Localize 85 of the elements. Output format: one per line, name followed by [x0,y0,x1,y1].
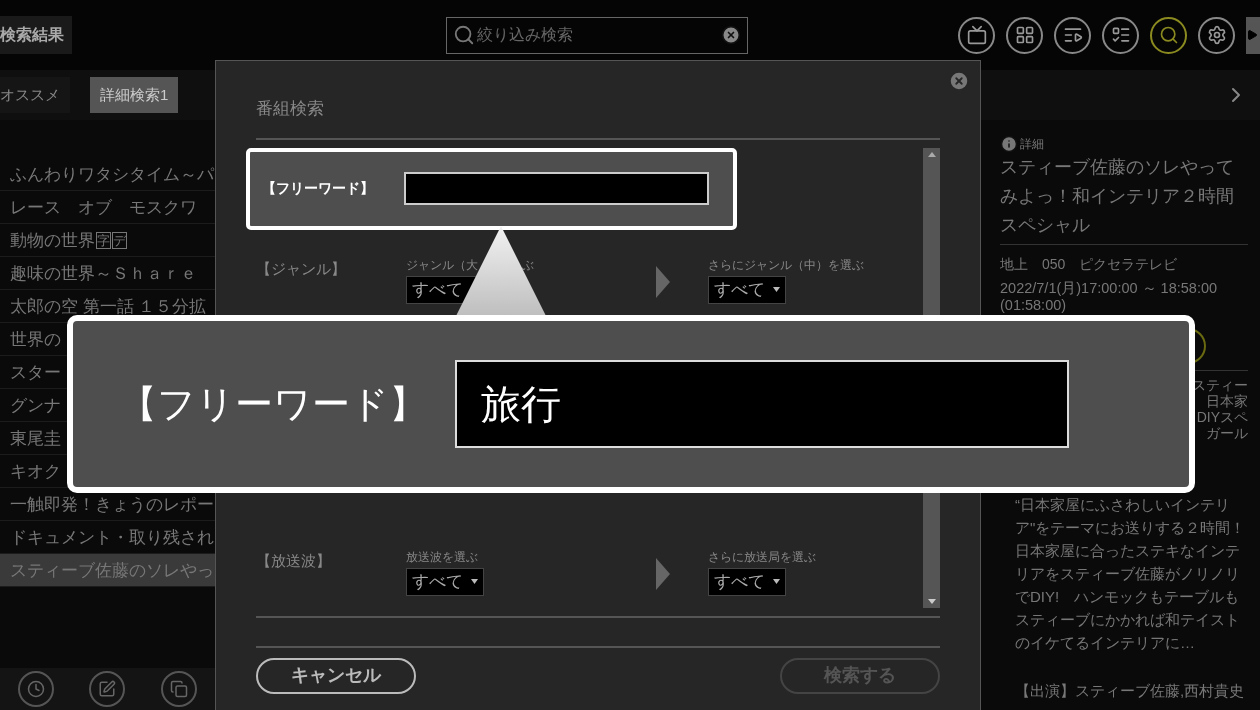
program-title: 太郎の空 第一話 １５分拡 [10,295,207,317]
program-row[interactable]: スティーブ佐藤のソレやっ [0,554,215,587]
program-title: 一触即発！きょうのレポー [10,493,214,515]
description-text: “日本家屋にふさわしいインテリア"をテーマにお送りする２時間！日本家屋に合ったステキなインテリアをスティーブ佐藤がノリノリでDIY! ハンモックもテーブルもスティーブにかかれば和テイストのイケてるインテリアに… [1014,495,1247,653]
description-fragment: DIYスペ [1196,409,1248,425]
airtime-text: 2022/7/1(月)17:00:00 ～ 18:58:00 [1000,280,1219,297]
field-caption: 放送波を選ぶ [406,548,478,566]
program-badge: 字 [96,231,111,249]
caret-icon [773,287,780,292]
clock-button[interactable] [17,671,54,707]
program-title: グンナ [10,394,61,416]
description-fragment: スティー [1192,377,1248,393]
field-label: 【ジャンル】 [256,258,347,279]
tab[interactable]: 詳細検索1 [90,77,179,113]
page-title: 検索結果 [0,16,72,54]
copy-icon [170,680,189,698]
program-title: 動物の世界 [10,229,95,251]
details-heading: 詳細 [1020,136,1044,153]
field-label: 【放送波】 [256,550,332,571]
program-badge: デ [112,231,127,249]
grid-icon [1014,25,1035,45]
program-title: 世界の [10,328,61,350]
cast-text: 【出演】スティーブ佐藤,西村貴史 [1014,681,1246,701]
dropdown-value: すべて [714,278,765,301]
cancel-button[interactable]: キャンセル [256,657,416,694]
program-title: 趣味の世界～Ｓｈａｒｅ [10,262,197,284]
edit-icon [98,680,117,698]
freeword-field[interactable] [404,172,709,205]
close-icon[interactable] [948,69,970,92]
program-title: ドキュメント・取り残され [10,526,214,548]
play-icon [1246,29,1258,41]
settings-button[interactable] [1198,16,1235,54]
edit-button[interactable] [89,671,126,707]
arrow-icon [656,265,670,298]
dropdown-value: すべて [412,570,463,593]
clear-icon[interactable] [721,25,741,45]
list-icon [1110,25,1131,45]
description-fragment: ガール [1206,425,1248,441]
dropdown-value: すべて [412,278,463,301]
field-label: 【フリーワード】 [262,179,375,198]
dropdown[interactable]: すべて [708,275,786,304]
program-row[interactable]: 動物の世界 字 デ [0,224,215,257]
info-icon [1000,135,1018,153]
field-caption: さらに放送局を選ぶ [708,548,816,566]
settings-icon [1206,25,1227,45]
field-value: 旅行 [481,381,561,428]
program-title: スティーブ佐藤のソレやっ [10,559,214,581]
program-title: 東尾圭 [10,427,61,449]
description-fragment: 日本家 [1206,393,1248,409]
search-input[interactable]: 絞り込み検索 [477,23,719,47]
program-title: キオク [10,460,61,482]
dropdown[interactable]: すべて [406,567,484,596]
grid-button[interactable] [1006,16,1043,54]
search-icon [1158,25,1179,45]
dialog-title: 番組検索 [256,98,324,120]
tab[interactable]: オススメ [0,77,70,113]
freeword-field[interactable]: 旅行 [455,360,1069,448]
search-button[interactable] [1150,16,1187,54]
caret-icon [471,579,478,584]
play-button[interactable] [1246,16,1260,54]
duration-text: (01:58:00) [1000,297,1068,314]
program-title: スター [10,361,61,383]
tv-icon [966,25,987,45]
search-icon [453,24,475,46]
clock-icon [26,680,45,698]
scroll-up-icon[interactable] [927,151,936,157]
scroll-down-icon[interactable] [927,598,936,604]
field-caption: ぶ [522,256,534,274]
channel-text: 地上 050 ピクセラテレビ [1000,255,1179,274]
dropdown-value: すべて [714,570,765,593]
list-play-icon [1062,25,1083,45]
dropdown[interactable]: すべて [708,567,786,596]
list-play-button[interactable] [1054,16,1091,54]
arrow-icon [656,557,670,590]
tv-button[interactable] [958,16,995,54]
program-title: スティーブ佐藤のソレやってみよっ！和インテリア２時間スペシャル [1000,153,1248,245]
caret-icon [773,579,780,584]
program-title: レース オブ モスクワ [10,196,197,218]
copy-button[interactable] [161,671,198,707]
program-title: ふんわりワタシタイム～パ [10,163,214,185]
field-caption: さらにジャンル（中）を選ぶ [708,256,864,274]
callout-label: 【フリーワード】 [119,381,427,427]
list-button[interactable] [1102,16,1139,54]
field-caption: ジャンル（大 [406,256,478,274]
search-field[interactable]: 絞り込み検索 [446,16,748,54]
